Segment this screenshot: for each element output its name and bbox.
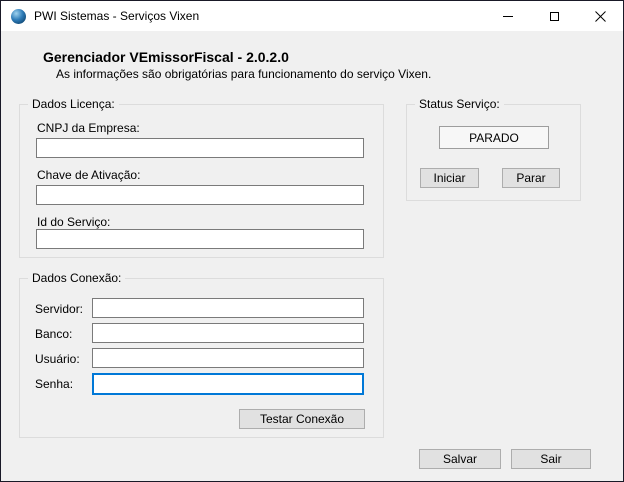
minimize-button[interactable]: [485, 1, 531, 31]
service-id-label: Id do Serviço:: [37, 215, 110, 229]
database-label: Banco:: [35, 327, 72, 341]
cnpj-input[interactable]: [36, 138, 364, 158]
status-badge: PARADO: [439, 126, 549, 149]
cnpj-label: CNPJ da Empresa:: [37, 121, 140, 135]
connection-group-title: Dados Conexão:: [28, 271, 125, 285]
service-id-input[interactable]: [36, 229, 364, 249]
caption-buttons: [485, 1, 623, 31]
vixen-globe-icon: [11, 9, 26, 24]
exit-button[interactable]: Sair: [511, 449, 591, 469]
database-input[interactable]: [92, 323, 364, 343]
start-service-button[interactable]: Iniciar: [420, 168, 479, 188]
save-button[interactable]: Salvar: [419, 449, 501, 469]
activation-key-input[interactable]: [36, 185, 364, 205]
license-group-title: Dados Licença:: [28, 97, 119, 111]
app-window: PWI Sistemas - Serviços Vixen Gerenciado…: [0, 0, 624, 482]
page-title: Gerenciador VEmissorFiscal - 2.0.2.0: [43, 49, 289, 65]
stop-service-button[interactable]: Parar: [502, 168, 560, 188]
close-icon: [595, 11, 606, 22]
status-group-title: Status Serviço:: [415, 97, 504, 111]
maximize-icon: [550, 12, 559, 21]
password-label: Senha:: [35, 377, 73, 391]
password-input[interactable]: [92, 373, 364, 395]
license-group: Dados Licença: CNPJ da Empresa: Chave de…: [19, 104, 384, 258]
user-input[interactable]: [92, 348, 364, 368]
window-title: PWI Sistemas - Serviços Vixen: [34, 9, 199, 23]
connection-group: Dados Conexão: Servidor: Banco: Usuário:…: [19, 278, 384, 438]
activation-key-label: Chave de Ativação:: [37, 168, 140, 182]
server-label: Servidor:: [35, 302, 83, 316]
maximize-button[interactable]: [531, 1, 577, 31]
user-label: Usuário:: [35, 352, 80, 366]
close-button[interactable]: [577, 1, 623, 31]
server-input[interactable]: [92, 298, 364, 318]
test-connection-button[interactable]: Testar Conexão: [239, 409, 365, 429]
service-status-group: Status Serviço: PARADO Iniciar Parar: [406, 104, 581, 201]
page-subtitle: As informações são obrigatórias para fun…: [56, 67, 431, 81]
titlebar: PWI Sistemas - Serviços Vixen: [1, 1, 623, 31]
minimize-icon: [503, 16, 513, 17]
